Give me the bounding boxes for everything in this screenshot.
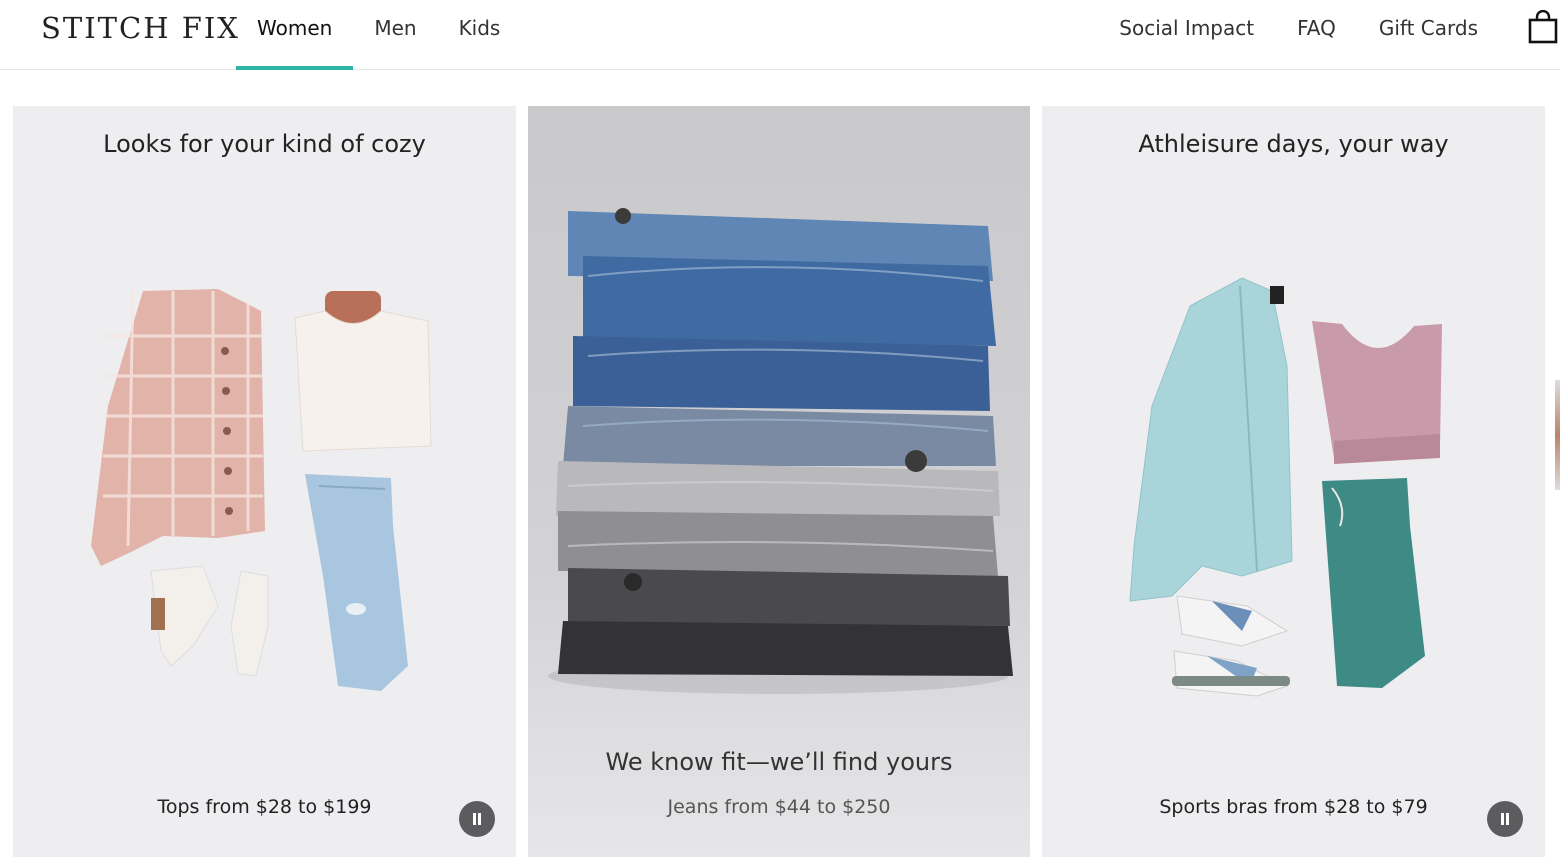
white-boots-icon	[150, 565, 269, 677]
green-joggers-icon	[1322, 478, 1425, 688]
promo-panel-cozy[interactable]: Looks for your kind of cozy Tops from $2…	[13, 106, 516, 857]
secondary-nav: Social Impact FAQ Gift Cards	[1098, 0, 1500, 70]
light-jeans-icon	[305, 474, 408, 691]
stitch-fix-logo[interactable]: STITCH FIX	[41, 11, 240, 45]
blue-zip-jacket-icon	[1129, 277, 1293, 602]
panel-caption: Sports bras from $28 to $79	[1159, 796, 1428, 818]
nav-women[interactable]: Women	[236, 0, 354, 70]
panel-title: We know fit—we’ll find yours	[605, 748, 953, 776]
promo-panel-jeans[interactable]: We know fit—we’ll find yours Jeans from …	[528, 106, 1030, 857]
jeans-stack-image	[548, 208, 1013, 694]
next-panel-peek	[1555, 380, 1560, 490]
panel-caption: Jeans from $44 to $250	[667, 796, 891, 818]
nav-gift-cards[interactable]: Gift Cards	[1358, 0, 1500, 70]
nav-social-impact[interactable]: Social Impact	[1098, 0, 1276, 70]
cozy-outfit-image	[91, 289, 432, 691]
nav-men[interactable]: Men	[353, 0, 437, 70]
pause-icon[interactable]	[459, 801, 495, 837]
panel-caption: Tops from $28 to $199	[157, 796, 372, 818]
cream-sweater-icon	[294, 291, 432, 452]
folded-jeans-stack-icon	[556, 208, 1013, 676]
promo-panel-athleisure[interactable]: Athleisure days, your way Sports bras fr…	[1042, 106, 1545, 857]
nav-kids[interactable]: Kids	[438, 0, 522, 70]
athleisure-outfit-image	[1129, 277, 1442, 697]
primary-nav: Women Men Kids	[236, 0, 521, 70]
sneakers-icon	[1172, 595, 1290, 697]
pause-icon[interactable]	[1487, 801, 1523, 837]
pink-sports-bra-icon	[1312, 321, 1442, 464]
nav-faq[interactable]: FAQ	[1276, 0, 1358, 70]
plaid-jacket-icon	[91, 289, 265, 566]
panel-title: Athleisure days, your way	[1138, 130, 1449, 158]
panel-title: Looks for your kind of cozy	[103, 130, 426, 158]
site-header: STITCH FIX Women Men Kids Social Impact …	[0, 0, 1560, 70]
shopping-bag-icon[interactable]	[1528, 10, 1558, 44]
